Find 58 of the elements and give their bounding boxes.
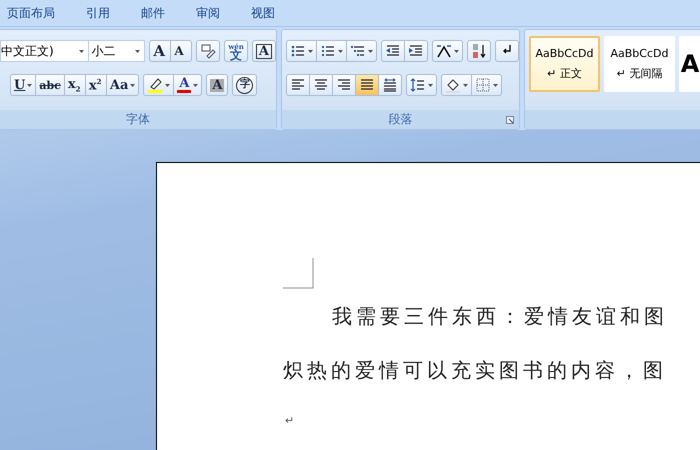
group-label: 字体 bbox=[0, 110, 276, 129]
spacing-button[interactable] bbox=[406, 74, 437, 96]
group-label: 段落 bbox=[282, 110, 519, 129]
outline-button[interactable] bbox=[346, 40, 377, 62]
enclose-character-button[interactable]: 字 bbox=[232, 74, 258, 96]
alignright-button[interactable] bbox=[332, 74, 356, 96]
borders-button[interactable] bbox=[471, 74, 502, 96]
character-shading-button[interactable]: A bbox=[206, 74, 228, 96]
change-case-button[interactable]: Aa bbox=[106, 74, 140, 96]
bullets-button[interactable] bbox=[286, 40, 317, 62]
distribute-button[interactable] bbox=[378, 74, 402, 96]
document-text-line: 炽热的爱情可以充实图书的内容，图 bbox=[283, 357, 668, 384]
center-button[interactable] bbox=[309, 74, 333, 96]
ribbon-tab[interactable]: 邮件 bbox=[141, 4, 165, 22]
superscript-button[interactable]: x$^{2}$ bbox=[84, 74, 107, 96]
ribbon-tab[interactable]: 引用 bbox=[86, 4, 110, 22]
font-color-button[interactable]: A bbox=[173, 74, 202, 96]
caret-icon bbox=[78, 50, 84, 52]
distribute-icon bbox=[382, 77, 398, 93]
alignleft-button[interactable] bbox=[286, 74, 310, 96]
indent-button[interactable] bbox=[404, 40, 428, 62]
shading-button[interactable] bbox=[441, 74, 472, 96]
sort-button[interactable] bbox=[467, 40, 491, 62]
numbered-list-icon bbox=[320, 43, 336, 59]
ribbon-tab[interactable]: 页面布局 bbox=[7, 4, 55, 22]
font-name-field[interactable]: 中文正文) bbox=[0, 40, 89, 62]
sort-icon bbox=[471, 43, 487, 59]
line-spacing-icon bbox=[410, 77, 426, 93]
bullet-list-icon bbox=[290, 43, 306, 59]
dialog-launcher-icon[interactable] bbox=[506, 116, 514, 124]
shrink-font-button[interactable]: A bbox=[170, 40, 192, 62]
style-preview[interactable]: AaBbCcDd ↵ 无间隔 bbox=[604, 36, 675, 92]
subscript-button[interactable]: x$_{2}$ bbox=[64, 74, 86, 96]
marks-button[interactable] bbox=[495, 40, 519, 62]
borders-icon bbox=[475, 77, 491, 93]
caret-icon bbox=[135, 50, 140, 52]
asian-layout-icon bbox=[436, 43, 452, 59]
multilevel-list-icon bbox=[350, 43, 366, 59]
outdent-button[interactable] bbox=[381, 40, 405, 62]
character-border-button[interactable]: A bbox=[252, 40, 276, 62]
highlight-button[interactable] bbox=[143, 74, 174, 96]
font-size-field[interactable]: 小二 bbox=[88, 40, 146, 62]
paragraph-mark: ↵ bbox=[285, 414, 294, 427]
style-preview[interactable]: AaBbCcDd ↵ 正文 bbox=[529, 36, 600, 92]
highlighter-icon bbox=[147, 77, 164, 93]
clear-format-button[interactable] bbox=[196, 40, 220, 62]
style-preview[interactable]: A bbox=[679, 36, 700, 92]
document-text-line: 我需要三件东西：爱情友谊和图 bbox=[331, 303, 669, 330]
strikethrough-button[interactable]: abc bbox=[35, 74, 65, 96]
grow-font-button[interactable]: A bbox=[149, 40, 172, 62]
ribbon-tab[interactable]: 视图 bbox=[251, 4, 275, 22]
underline-button[interactable]: U bbox=[10, 74, 36, 96]
layout-button[interactable] bbox=[432, 40, 463, 62]
crop-mark-icon bbox=[283, 258, 314, 289]
eraser-icon bbox=[200, 43, 216, 59]
numbering-button[interactable] bbox=[316, 40, 347, 62]
justify-button[interactable] bbox=[355, 74, 379, 96]
ribbon-tab[interactable]: 审阅 bbox=[196, 4, 220, 22]
